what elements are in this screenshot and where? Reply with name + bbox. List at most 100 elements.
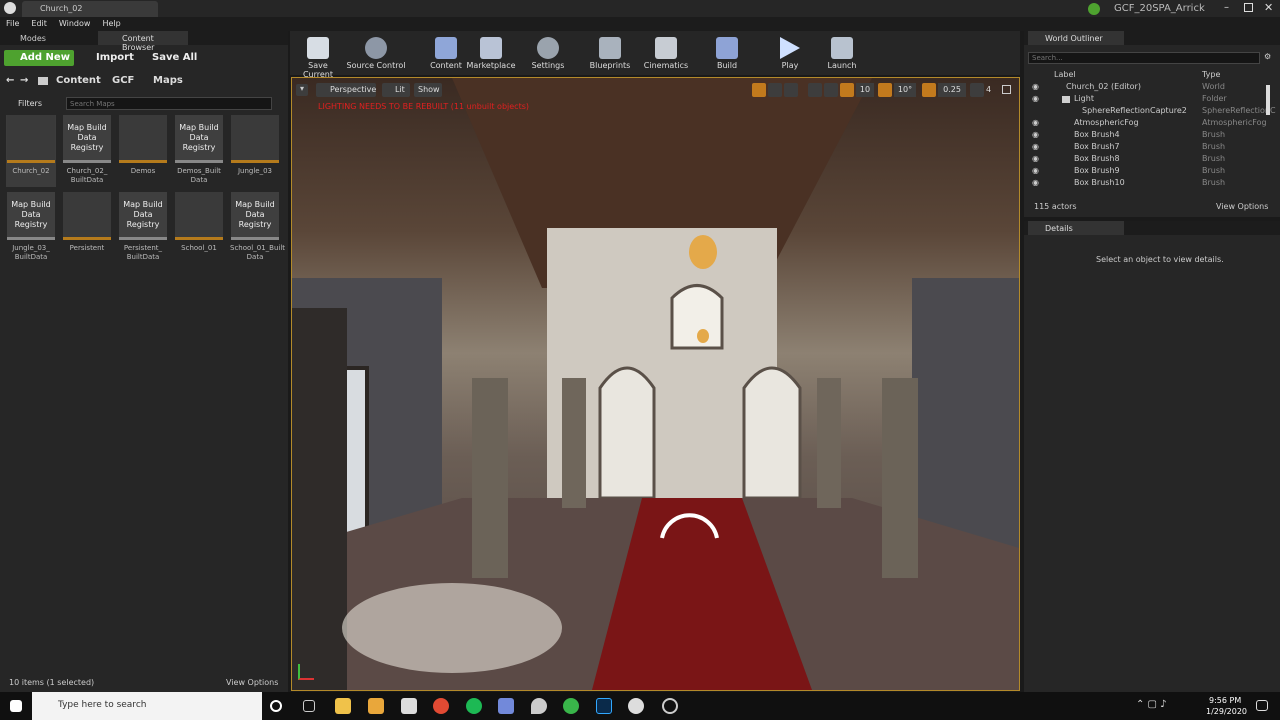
unity-icon[interactable] (662, 698, 678, 714)
visibility-eye-icon[interactable]: ◉ (1032, 82, 1039, 91)
mail-icon[interactable] (401, 698, 417, 714)
content-browser-tab[interactable]: Content Browser (98, 31, 188, 52)
taskbar-search-box[interactable]: Type here to search (32, 692, 262, 720)
close-button[interactable]: ✕ (1264, 1, 1273, 14)
outliner-scrollbar[interactable] (1266, 85, 1270, 115)
forward-arrow-icon[interactable]: → (20, 75, 28, 86)
cortana-icon[interactable] (270, 700, 282, 712)
camera-speed-icon[interactable] (970, 83, 984, 97)
viewport-options-button[interactable]: ▾ (296, 84, 308, 96)
outliner-row[interactable]: ◉ Box Brush4 Brush (1028, 130, 1266, 142)
menu-help[interactable]: Help (96, 17, 126, 30)
breadcrumb-content[interactable]: Content (56, 75, 101, 86)
outliner-row[interactable]: ◉ Box Brush7 Brush (1028, 142, 1266, 154)
store-icon[interactable] (368, 698, 384, 714)
photoshop-icon[interactable] (596, 698, 612, 714)
details-tab[interactable]: Details (1028, 221, 1124, 235)
outliner-row[interactable]: ◉ Box Brush10 Brush (1028, 178, 1266, 190)
asset-demos-builtdata[interactable]: Map Build Data Registry Demos_Built Data (174, 115, 224, 185)
grid-snap-value[interactable]: 10 (856, 83, 874, 97)
outliner-row[interactable]: SphereReflectionCapture2 SphereReflection… (1028, 106, 1276, 118)
blueprints-button[interactable]: Blueprints (584, 37, 636, 70)
world-outliner-tab[interactable]: World Outliner (1028, 31, 1124, 45)
outliner-search-input[interactable] (1028, 52, 1260, 64)
search-maps-input[interactable] (66, 97, 272, 110)
translate-tool-icon[interactable] (752, 83, 766, 97)
discord-icon[interactable] (498, 698, 514, 714)
outliner-view-options-button[interactable]: View Options (1216, 202, 1268, 211)
document-tab[interactable]: Church_02 (22, 1, 158, 17)
surface-snap-icon[interactable] (824, 83, 838, 97)
asset-persistent-builtdata[interactable]: Map Build Data Registry Persistent_ Buil… (118, 192, 168, 262)
play-button[interactable]: Play (764, 37, 816, 70)
outliner-row[interactable]: ◉ Box Brush9 Brush (1028, 166, 1266, 178)
import-button[interactable]: Import (96, 52, 134, 63)
maximize-viewport-icon[interactable] (1002, 85, 1011, 94)
unreal-taskbar-icon[interactable] (628, 698, 644, 714)
visibility-eye-icon[interactable]: ◉ (1032, 130, 1039, 139)
asset-persistent[interactable]: Persistent (62, 192, 112, 253)
asset-demos[interactable]: Demos (118, 115, 168, 176)
cinematics-button[interactable]: Cinematics (640, 37, 692, 70)
visibility-eye-icon[interactable]: ◉ (1032, 178, 1039, 187)
breadcrumb-gcf[interactable]: GCF (112, 75, 134, 86)
task-view-icon[interactable] (303, 700, 315, 712)
asset-school-01[interactable]: School_01 (174, 192, 224, 253)
visibility-eye-icon[interactable]: ◉ (1032, 142, 1039, 151)
save-all-button[interactable]: Save All (152, 52, 197, 63)
menu-window[interactable]: Window (53, 17, 97, 30)
back-arrow-icon[interactable]: ← (6, 75, 14, 86)
spotify-icon[interactable] (466, 698, 482, 714)
launch-button[interactable]: Launch (816, 37, 868, 70)
rotate-tool-icon[interactable] (768, 83, 782, 97)
minimize-button[interactable]: – (1224, 2, 1236, 14)
world-local-icon[interactable] (808, 83, 822, 97)
visibility-eye-icon[interactable]: ◉ (1032, 166, 1039, 175)
visibility-eye-icon[interactable]: ◉ (1032, 118, 1039, 127)
breadcrumb-maps[interactable]: Maps (153, 75, 183, 86)
file-explorer-icon[interactable] (335, 698, 351, 714)
scale-snap-icon[interactable] (922, 83, 936, 97)
build-button[interactable]: Build (701, 37, 753, 70)
scale-snap-value[interactable]: 0.25 (938, 83, 966, 97)
add-new-button[interactable]: Add New (4, 50, 74, 66)
show-button[interactable]: Show (414, 83, 442, 97)
outliner-row[interactable]: ◉ Church_02 (Editor) World (1028, 82, 1266, 94)
outliner-row[interactable]: ◉ AtmosphericFog AtmosphericFog (1028, 118, 1267, 130)
menu-file[interactable]: File (0, 17, 25, 30)
asset-church-02[interactable]: Church_02 (6, 115, 56, 187)
notifications-icon[interactable] (1256, 700, 1268, 711)
asset-jungle-03-builtdata[interactable]: Map Build Data Registry Jungle_03_ Built… (6, 192, 56, 262)
perspective-button[interactable]: Perspective (316, 83, 376, 97)
save-current-button[interactable]: Save Current (292, 37, 344, 79)
camera-speed-value[interactable]: 4 (986, 83, 998, 97)
source-control-button[interactable]: Source Control (346, 37, 406, 70)
menu-edit[interactable]: Edit (25, 17, 53, 30)
maps-icon[interactable] (531, 698, 547, 714)
outliner-row[interactable]: ◉ Light Folder (1028, 94, 1266, 106)
rotation-snap-icon[interactable] (878, 83, 892, 97)
asset-school-01-builtdata[interactable]: Map Build Data Registry School_01_Built … (230, 192, 285, 262)
level-viewport[interactable]: ▾ Perspective Lit Show LIGHTING NEEDS TO… (291, 77, 1020, 691)
rotation-snap-value[interactable]: 10° (894, 83, 916, 97)
visibility-eye-icon[interactable]: ◉ (1032, 94, 1039, 103)
asset-church-02-builtdata[interactable]: Map Build Data Registry Church_02_ Built… (62, 115, 112, 185)
outliner-row[interactable]: ◉ Box Brush8 Brush (1028, 154, 1266, 166)
chrome-icon[interactable] (433, 698, 449, 714)
maximize-button[interactable] (1244, 3, 1253, 12)
filters-button[interactable]: Filters (18, 99, 42, 108)
scale-tool-icon[interactable] (784, 83, 798, 97)
settings-button[interactable]: Settings (522, 37, 574, 70)
cb-view-options-button[interactable]: View Options (226, 678, 278, 687)
modes-tab[interactable]: Modes (20, 34, 46, 43)
grid-snap-icon[interactable] (840, 83, 854, 97)
greenshot-icon[interactable] (563, 698, 579, 714)
outliner-col-label[interactable]: Label (1054, 70, 1076, 79)
outliner-settings-icon[interactable]: ⚙ (1264, 52, 1274, 62)
lit-button[interactable]: Lit (382, 83, 410, 97)
outliner-col-type[interactable]: Type (1202, 70, 1220, 79)
windows-start-icon[interactable] (10, 700, 22, 712)
visibility-eye-icon[interactable]: ◉ (1032, 154, 1039, 163)
asset-jungle-03[interactable]: Jungle_03 (230, 115, 280, 176)
marketplace-button[interactable]: Marketplace (464, 37, 518, 70)
